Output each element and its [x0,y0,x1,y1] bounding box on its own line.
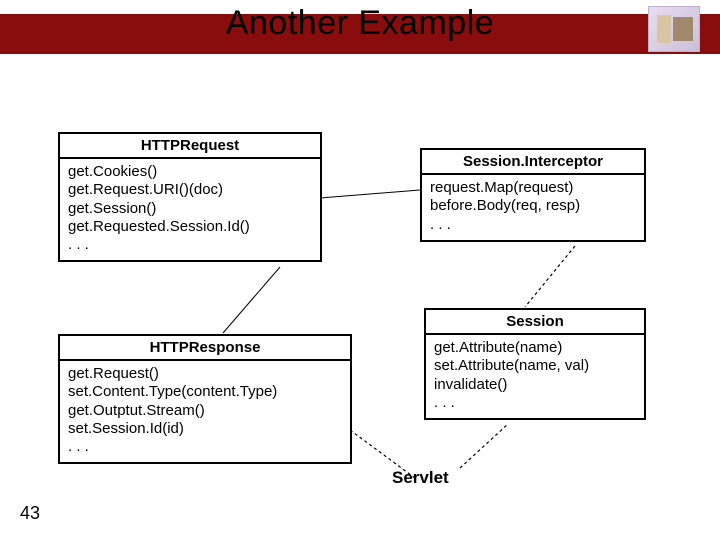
uml-title: HTTPRequest [60,134,320,159]
uml-title: Session.Interceptor [422,150,644,175]
crest-icon [648,6,700,52]
uml-body: get.Attribute(name) set.Attribute(name, … [426,335,644,418]
uml-class-sessioninterceptor: Session.Interceptor request.Map(request)… [420,148,646,242]
uml-class-session: Session get.Attribute(name) set.Attribut… [424,308,646,420]
page-title: Another Example [0,4,720,43]
servlet-label: Servlet [392,468,449,488]
uml-body: request.Map(request) before.Body(req, re… [422,175,644,240]
uml-class-httpresponse: HTTPResponse get.Request() set.Content.T… [58,334,352,464]
slide-number: 43 [20,503,40,524]
uml-body: get.Cookies() get.Request.URI()(doc) get… [60,159,320,260]
uml-title: Session [426,310,644,335]
uml-body: get.Request() set.Content.Type(content.T… [60,361,350,462]
uml-title: HTTPResponse [60,336,350,361]
uml-class-httprequest: HTTPRequest get.Cookies() get.Request.UR… [58,132,322,262]
